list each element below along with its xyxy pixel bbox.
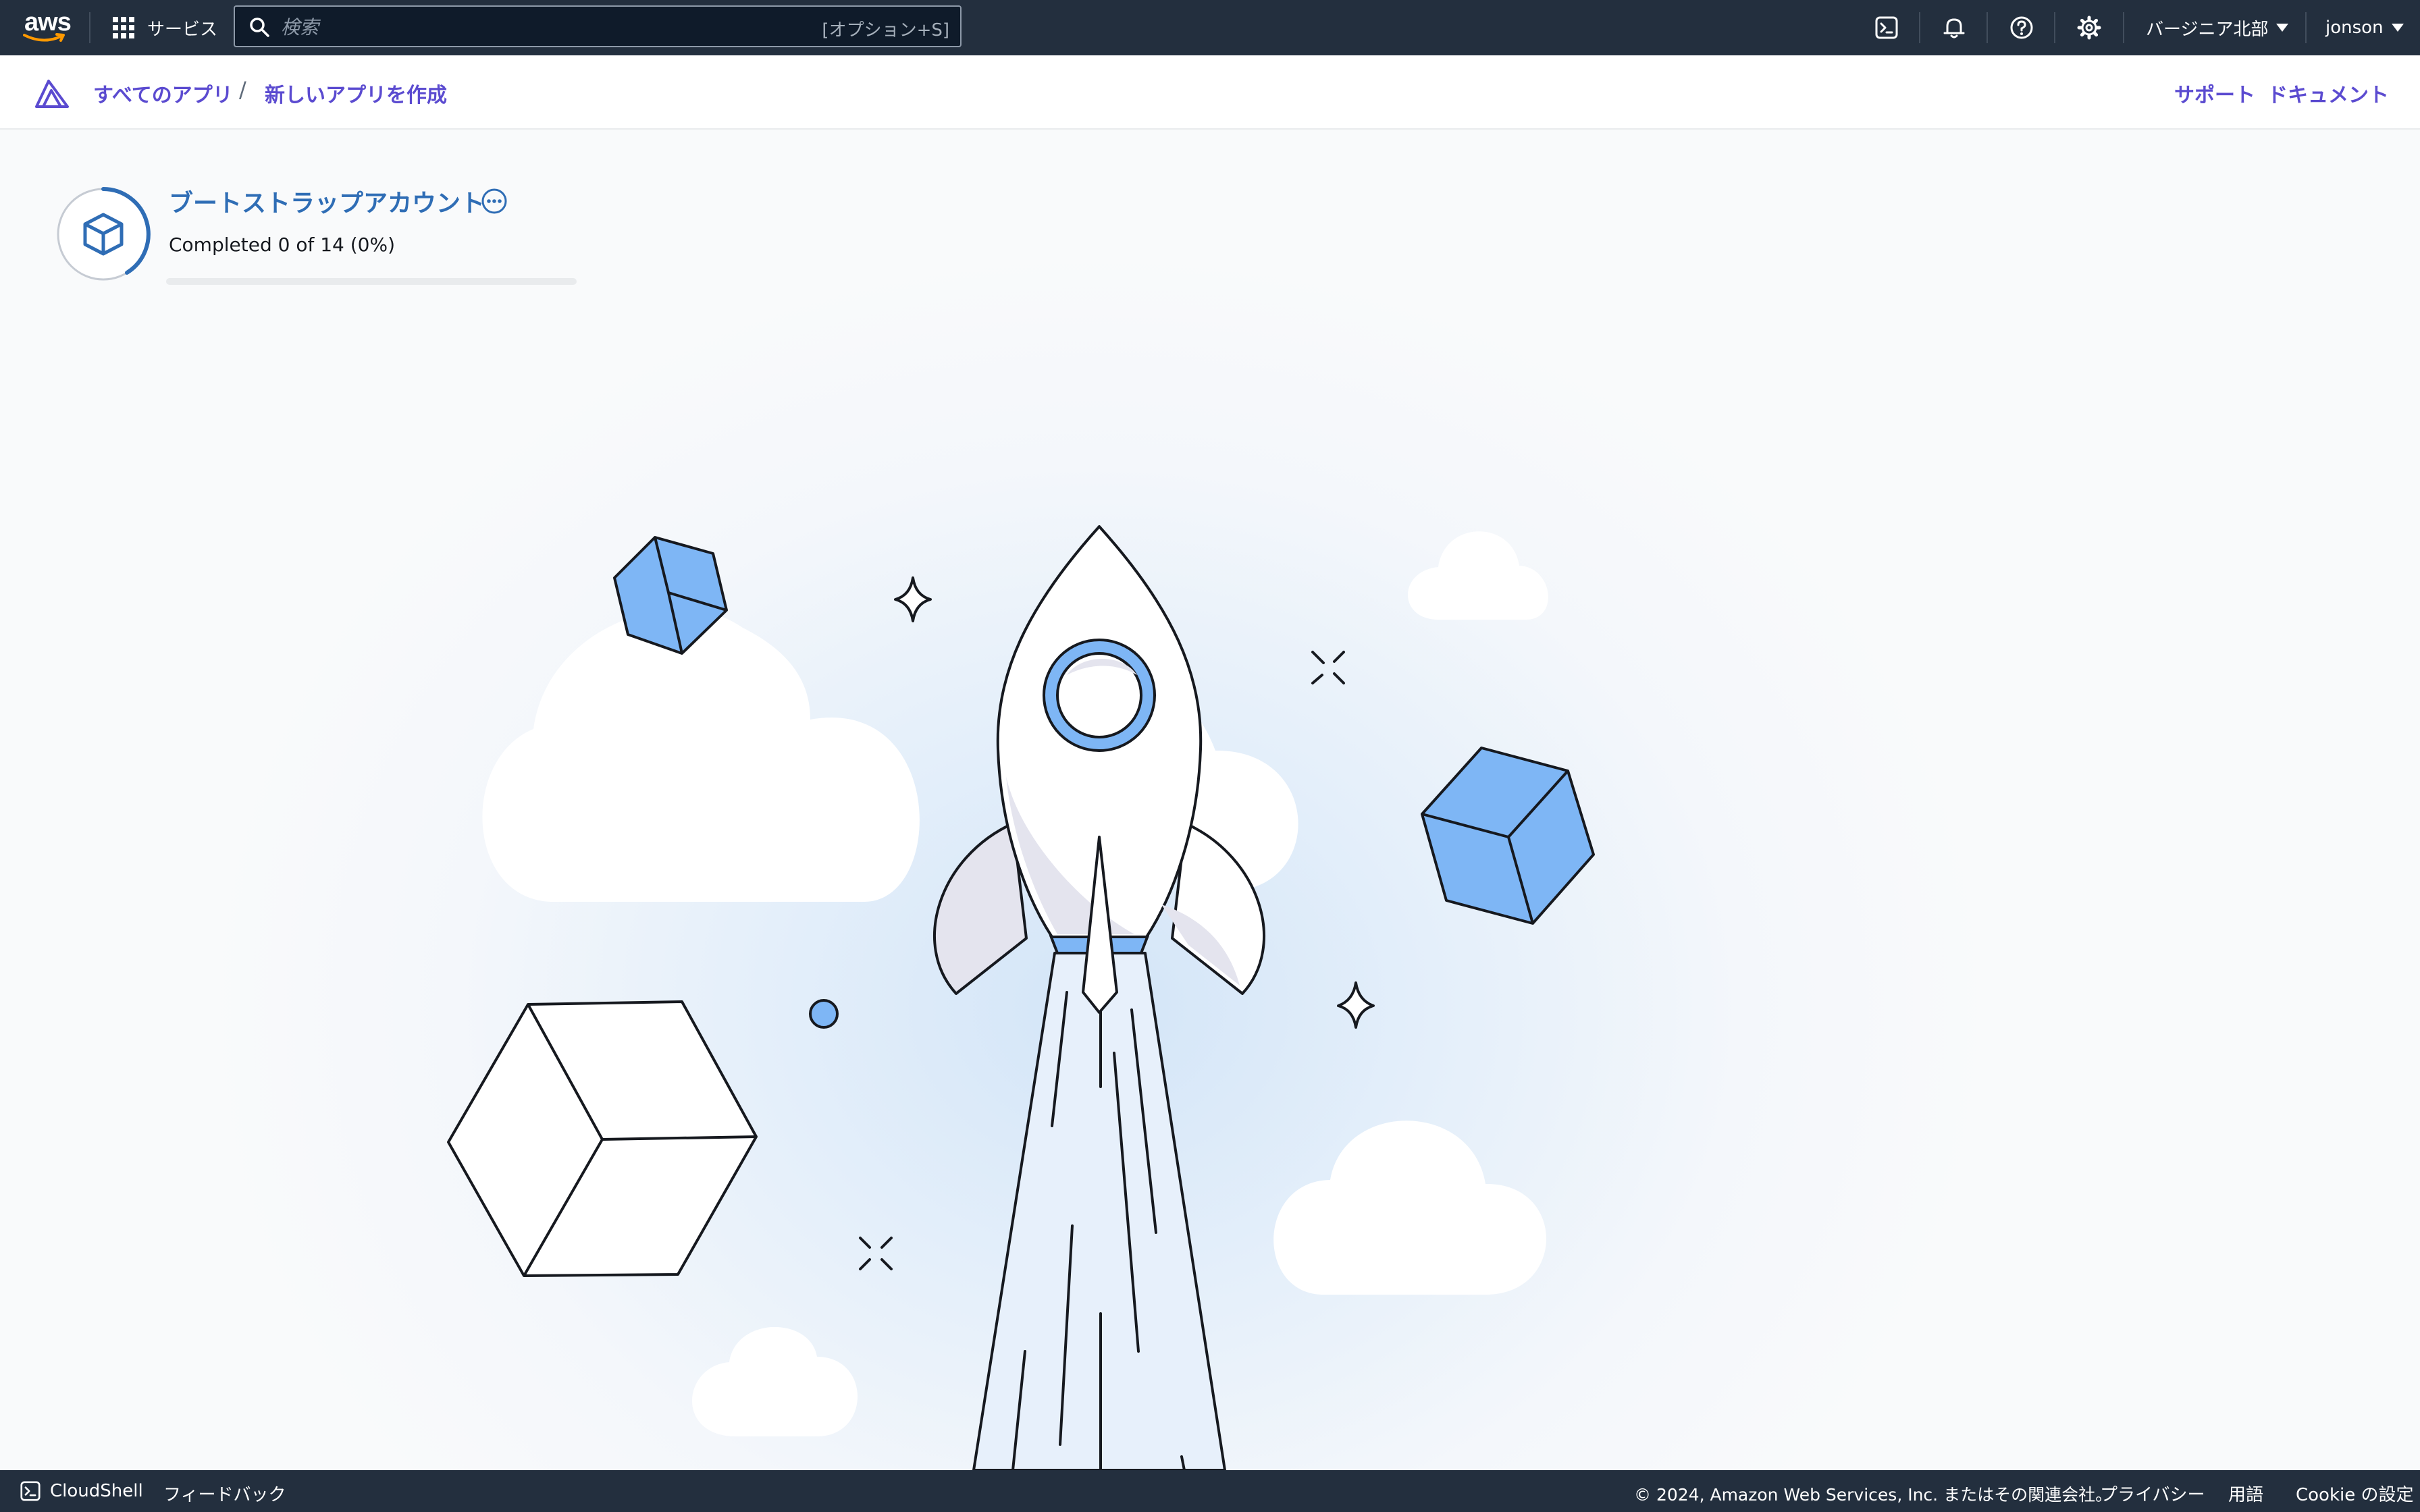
region-selector[interactable]: バージニア北部 (2146, 0, 2289, 55)
app-header: すべてのアプリ / 新しいアプリを作成 サポート ドキュメント (0, 55, 2420, 130)
nav-divider (1987, 12, 1988, 43)
nav-divider (2123, 12, 2124, 43)
dot-accent (809, 999, 839, 1029)
notifications-button[interactable] (1927, 0, 1981, 55)
search-input[interactable] (280, 11, 795, 43)
privacy-link[interactable]: プライバシー (2100, 1481, 2205, 1506)
documentation-link[interactable]: ドキュメント (2267, 78, 2389, 108)
user-menu[interactable]: jonson (2325, 0, 2404, 55)
user-name: jonson (2325, 18, 2384, 38)
breadcrumb-create-app[interactable]: 新しいアプリを作成 (265, 78, 447, 108)
copyright-text: © 2024, Amazon Web Services, Inc. またはその関… (1634, 1485, 2113, 1505)
aws-smile-icon (23, 33, 65, 42)
gear-icon (2077, 16, 2101, 40)
search-shortcut-hint: [オプション+S] (822, 20, 949, 40)
cloudshell-label: CloudShell (50, 1481, 143, 1501)
cloud-large-left (482, 609, 920, 902)
cloudshell-footer-button[interactable]: CloudShell (20, 1470, 143, 1512)
support-link[interactable]: サポート (2174, 78, 2255, 108)
help-button[interactable] (1995, 0, 2049, 55)
cloudshell-button[interactable] (1860, 0, 1914, 55)
breadcrumb-separator: / (239, 77, 246, 103)
nav-divider (2054, 12, 2055, 43)
search-box[interactable]: [オプション+S] (234, 5, 962, 47)
top-navigation: aws サービス [オプション+S] (0, 0, 2420, 55)
bootstrap-account-title: ブートストラップアカウント (169, 190, 485, 217)
cube-right (1421, 747, 1595, 925)
hero-illustration-area (0, 130, 2420, 1470)
progress-status-text: Completed 0 of 14 (0%) (169, 234, 396, 256)
services-menu-button[interactable]: サービス (112, 0, 217, 55)
nav-divider (1919, 12, 1920, 43)
progress-ring (57, 187, 151, 281)
nav-divider (2305, 12, 2307, 43)
terms-link[interactable]: 用語 (2228, 1481, 2263, 1506)
cloud-top-right (1408, 531, 1548, 620)
cloudshell-icon (20, 1481, 41, 1501)
nav-divider (89, 12, 90, 43)
caret-down-icon (2276, 24, 2289, 32)
progress-bar (166, 278, 577, 285)
feedback-link[interactable]: フィードバック (163, 1481, 286, 1506)
footer: CloudShell フィードバック © 2024, Amazon Web Se… (0, 1470, 2420, 1512)
services-label: サービス (147, 19, 218, 40)
region-label: バージニア北部 (2146, 19, 2269, 40)
cube-bottom-left (447, 1000, 758, 1277)
grid-icon (113, 17, 134, 38)
caret-down-icon (2391, 24, 2404, 32)
cloud-bottom-right (1273, 1120, 1546, 1295)
breadcrumb-all-apps[interactable]: すべてのアプリ (93, 78, 233, 108)
amplify-logo-icon[interactable] (34, 78, 70, 108)
aws-logo[interactable]: aws (23, 8, 72, 46)
search-icon (248, 16, 270, 40)
sparkle-top (894, 576, 932, 622)
help-icon (2010, 16, 2033, 39)
settings-button[interactable] (2062, 0, 2116, 55)
more-options-icon[interactable] (481, 188, 508, 215)
cloudshell-icon (1875, 16, 1898, 39)
sparkle-right (1337, 981, 1375, 1029)
rocket-launch-illustration (447, 525, 1595, 1470)
cookie-settings-link[interactable]: Cookie の設定 (2296, 1481, 2414, 1506)
rocket-window (1056, 652, 1142, 738)
cloud-bottom-left (692, 1326, 858, 1436)
bell-icon (1943, 18, 1965, 38)
exhaust-trail (972, 952, 1226, 1470)
